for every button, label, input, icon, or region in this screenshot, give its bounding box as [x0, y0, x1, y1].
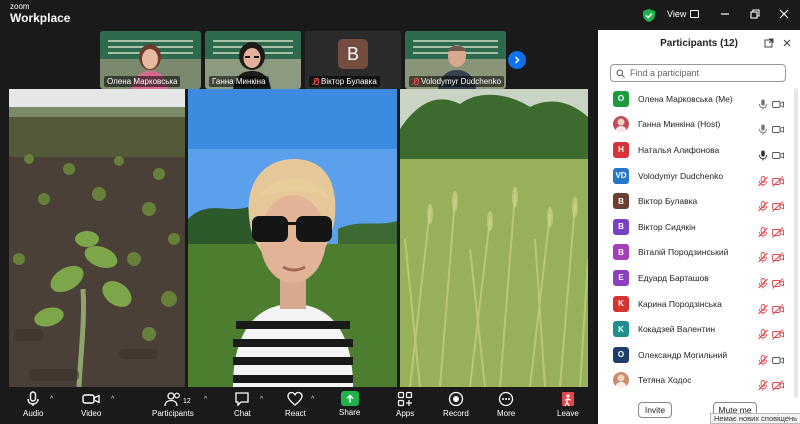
- zoom-meeting-window: zoom Workplace View Олена Марковська Ган…: [0, 0, 800, 424]
- search-icon: [616, 69, 625, 78]
- participant-row[interactable]: B Віталій Породзинський: [598, 240, 800, 266]
- chevron-up-icon[interactable]: ^: [50, 396, 53, 403]
- avatar: B: [613, 218, 629, 235]
- avatar: [613, 372, 629, 389]
- audio-button[interactable]: Audio: [23, 391, 43, 418]
- minimize-icon[interactable]: [719, 8, 731, 20]
- participant-name: Карина Породзінська: [638, 298, 722, 309]
- participant-row[interactable]: K Кокадзей Валентин: [598, 316, 800, 342]
- participant-name: Олена Марковська (Me): [638, 93, 733, 104]
- shield-icon[interactable]: [643, 9, 655, 22]
- view-label: View: [667, 9, 687, 19]
- participant-row[interactable]: K Карина Породзінська: [598, 291, 800, 317]
- avatar: E: [613, 269, 629, 286]
- thumbnail-name: Volodymyr Dudchenko: [409, 76, 505, 87]
- brand-large: Workplace: [10, 11, 71, 25]
- avatar: VD: [613, 167, 629, 184]
- grid-view-icon: [690, 10, 700, 18]
- camera-icon: [82, 394, 100, 404]
- avatar: K: [613, 321, 629, 338]
- participant-name: Віталій Породзинський: [638, 247, 729, 258]
- chevron-right-icon: [515, 56, 520, 64]
- video-tile[interactable]: [9, 89, 185, 387]
- thumbnail-name: Ганна Минкіна: [209, 76, 269, 87]
- thumbnail-tile[interactable]: Volodymyr Dudchenko: [405, 31, 506, 89]
- video-button[interactable]: Video: [81, 391, 101, 418]
- participant-name: Наталья Алифонова: [638, 144, 720, 155]
- participant-video: [188, 89, 397, 387]
- avatar: B: [338, 39, 368, 69]
- participant-row[interactable]: B Віктор Сидякін: [598, 214, 800, 240]
- participant-name: Віктор Сидякін: [638, 221, 696, 232]
- brand-small: zoom: [10, 2, 30, 11]
- participants-label: Participants: [152, 409, 194, 418]
- video-tile-active-speaker[interactable]: [188, 89, 397, 387]
- participant-video: [400, 89, 588, 387]
- participant-name: Volodymyr Dudchenko: [638, 170, 724, 181]
- participant-name: Олександр Могильний: [638, 349, 728, 360]
- avatar: O: [613, 90, 629, 107]
- view-button[interactable]: View: [667, 9, 700, 19]
- restore-icon[interactable]: [749, 8, 761, 20]
- participant-list: O Олена Марковська (Me) Ганна Минкіна (Hos…: [598, 86, 800, 393]
- thumbnail-tile[interactable]: Ганна Минкіна: [205, 31, 301, 89]
- app-logo: zoom Workplace: [10, 2, 71, 25]
- participant-name: Ганна Минкіна (Host): [638, 119, 721, 130]
- avatar: B: [613, 244, 629, 261]
- participant-video: [9, 89, 185, 387]
- notification-tooltip: Немає нових сповіщень: [710, 413, 800, 424]
- participant-row[interactable]: VD Volodymyr Dudchenko: [598, 163, 800, 189]
- next-page-button[interactable]: [508, 51, 526, 69]
- thumbnail-strip: Олена Марковська Ганна Минкіна B Віктор …: [100, 31, 506, 89]
- video-tile[interactable]: [400, 89, 588, 387]
- invite-button[interactable]: Invite: [638, 402, 672, 418]
- participant-row[interactable]: O Олена Марковська (Me): [598, 86, 800, 112]
- avatar: H: [613, 141, 629, 158]
- mic-muted-icon: [312, 77, 319, 86]
- mic-muted-icon: [412, 77, 419, 86]
- thumbnail-tile[interactable]: B Віктор Булавка: [305, 31, 401, 89]
- microphone-icon: [27, 391, 39, 406]
- participant-name: Кокадзей Валентин: [638, 324, 716, 335]
- video-label: Video: [81, 409, 102, 418]
- avatar: B: [613, 193, 629, 210]
- participant-name: Тетяна Ходос: [638, 375, 692, 386]
- participant-row[interactable]: Ганна Минкіна (Host): [598, 112, 800, 138]
- pop-out-icon[interactable]: [764, 38, 774, 48]
- search-box[interactable]: [610, 64, 786, 82]
- participants-count: 12: [183, 398, 191, 405]
- thumbnail-name: Олена Марковська: [104, 76, 181, 87]
- participant-name: Віктор Булавка: [638, 196, 698, 207]
- participant-row[interactable]: B Віктор Булавка: [598, 188, 800, 214]
- avatar: O: [613, 346, 629, 363]
- close-panel-icon[interactable]: [782, 38, 792, 48]
- close-icon[interactable]: [778, 8, 790, 20]
- participants-panel: Participants (12) OОлена Марковська (Me)…: [598, 30, 800, 424]
- meeting-toolbar: Audio ^ Video ^ Participants: [0, 387, 598, 424]
- participant-row[interactable]: H Наталья Алифонова: [598, 137, 800, 163]
- scrollbar[interactable]: [794, 88, 798, 398]
- search-input[interactable]: [630, 68, 770, 78]
- participant-name: Едуард Барташов: [638, 272, 709, 283]
- avatar: K: [613, 295, 629, 312]
- thumbnail-name: Віктор Булавка: [309, 76, 380, 87]
- participant-row[interactable]: O Олександр Могильний: [598, 342, 800, 368]
- thumbnail-tile[interactable]: Олена Марковська: [100, 31, 201, 89]
- participant-row[interactable]: E Едуард Барташов: [598, 265, 800, 291]
- participant-row[interactable]: Тетяна Ходос: [598, 368, 800, 394]
- chevron-up-icon[interactable]: ^: [111, 396, 114, 403]
- participants-icon: [164, 392, 180, 407]
- avatar: [613, 116, 629, 133]
- audio-label: Audio: [23, 409, 44, 418]
- title-bar: zoom Workplace View: [0, 0, 800, 30]
